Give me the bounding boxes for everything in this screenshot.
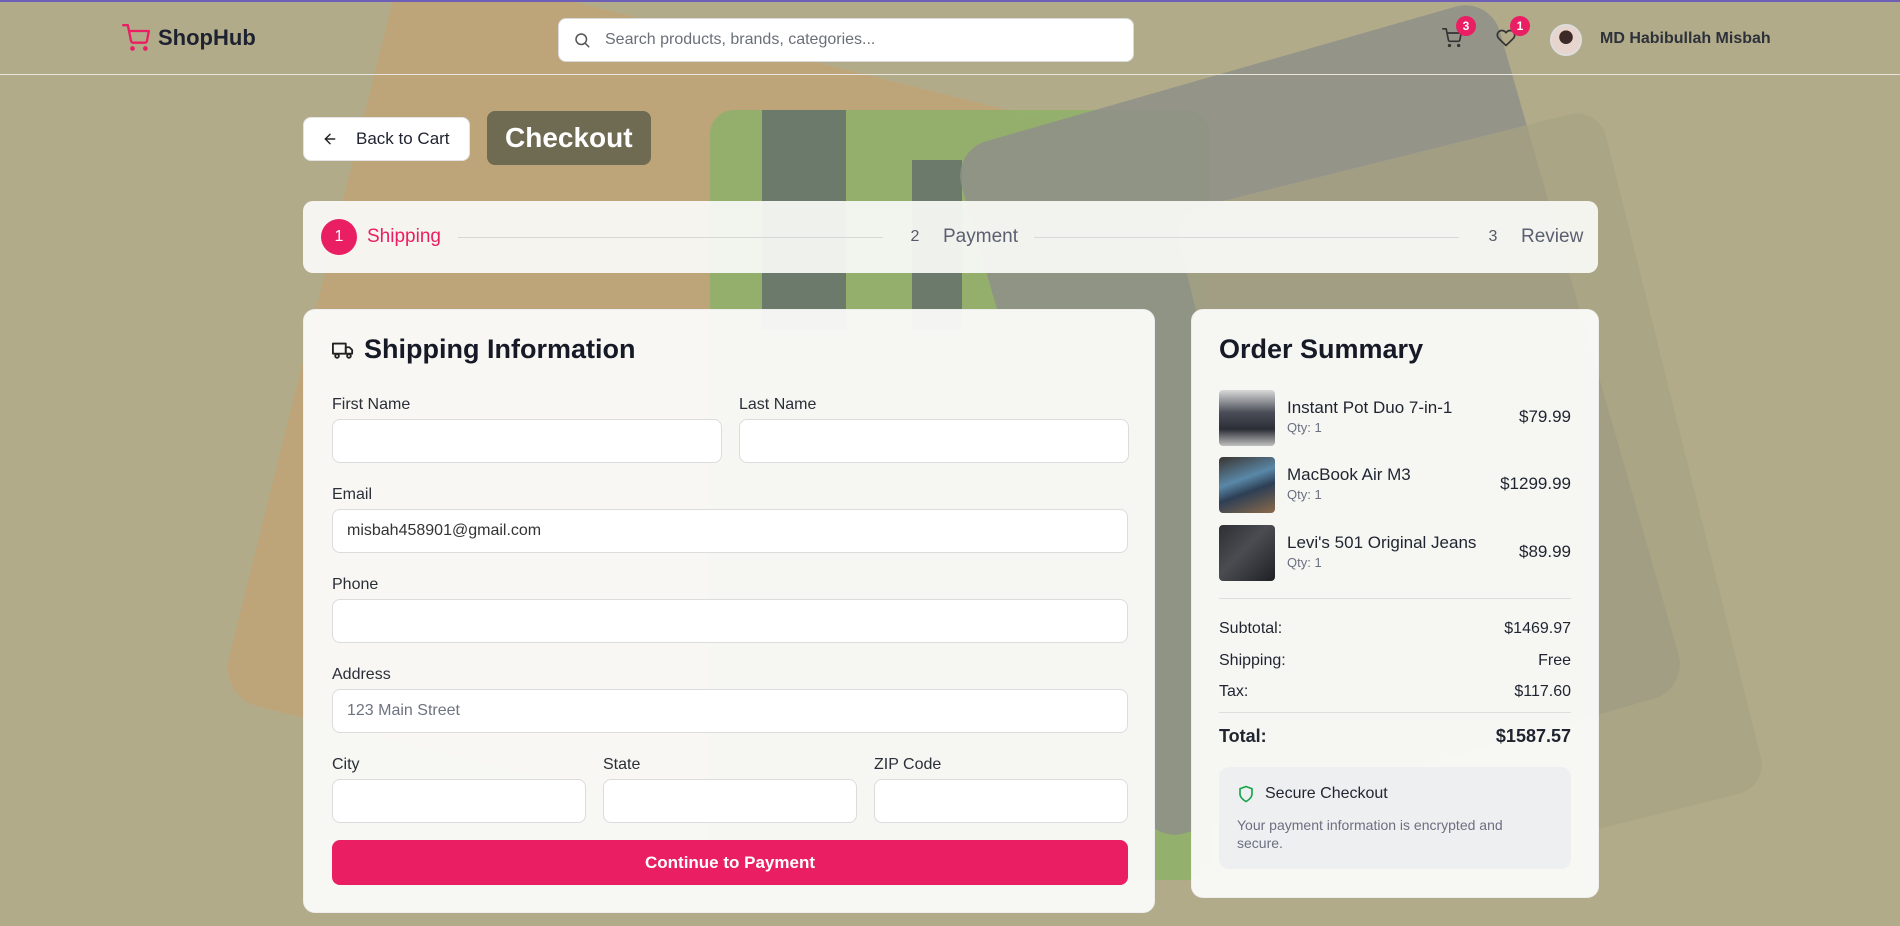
tax-row: Tax: $117.60 bbox=[1219, 683, 1571, 701]
zip-field[interactable] bbox=[874, 779, 1128, 823]
shipping-row: Shipping: Free bbox=[1219, 652, 1571, 670]
cart-button[interactable]: 3 bbox=[1442, 16, 1476, 50]
product-qty: Qty: 1 bbox=[1287, 487, 1322, 502]
product-qty: Qty: 1 bbox=[1287, 555, 1322, 570]
step-number: 1 bbox=[321, 219, 357, 255]
secure-checkout-title: Secure Checkout bbox=[1265, 785, 1388, 802]
total-label: Total: bbox=[1219, 726, 1267, 746]
total-value: $1587.57 bbox=[1495, 726, 1571, 746]
cart-count-badge: 3 bbox=[1456, 16, 1476, 36]
divider bbox=[1219, 598, 1571, 599]
avatar[interactable] bbox=[1550, 24, 1582, 56]
order-summary-title: Order Summary bbox=[1219, 334, 1423, 365]
subtotal-row: Subtotal: $1469.97 bbox=[1219, 620, 1571, 638]
back-to-cart-label: Back to Cart bbox=[356, 129, 450, 148]
shield-icon bbox=[1239, 785, 1253, 803]
city-label: City bbox=[332, 756, 360, 773]
product-price: $89.99 bbox=[1519, 542, 1571, 561]
step-review[interactable]: 3 Review bbox=[1475, 219, 1584, 255]
product-image bbox=[1219, 390, 1275, 446]
back-to-cart-button[interactable]: Back to Cart bbox=[303, 117, 470, 161]
secure-checkout-description: Your payment information is encrypted an… bbox=[1237, 817, 1503, 851]
email-field[interactable] bbox=[332, 509, 1128, 553]
total-row: Total: $1587.57 bbox=[1219, 726, 1571, 747]
wishlist-count-badge: 1 bbox=[1510, 16, 1530, 36]
shipping-label: Shipping: bbox=[1219, 652, 1286, 669]
subtotal-value: $1469.97 bbox=[1504, 620, 1571, 637]
phone-field[interactable] bbox=[332, 599, 1128, 643]
search-icon bbox=[575, 33, 590, 48]
top-navbar: ShopHub 3 1 MD Habibullah Misbah bbox=[0, 0, 1900, 75]
list-item[interactable]: MacBook Air M3 Qty: 1 $1299.99 bbox=[1219, 457, 1571, 513]
shopping-cart-icon bbox=[122, 24, 150, 51]
list-item[interactable]: Instant Pot Duo 7-in-1 Qty: 1 $79.99 bbox=[1219, 390, 1571, 446]
shipping-value: Free bbox=[1538, 652, 1571, 669]
list-item[interactable]: Levi's 501 Original Jeans Qty: 1 $89.99 bbox=[1219, 525, 1571, 581]
step-payment[interactable]: 2 Payment bbox=[897, 219, 1018, 255]
first-name-label: First Name bbox=[332, 396, 411, 413]
tax-value: $117.60 bbox=[1514, 683, 1571, 700]
shipping-form-card: Shipping Information First Name Last Nam… bbox=[303, 309, 1155, 913]
step-label: Shipping bbox=[367, 226, 441, 247]
last-name-field[interactable] bbox=[739, 419, 1129, 463]
tax-label: Tax: bbox=[1219, 683, 1249, 700]
product-price: $1299.99 bbox=[1500, 474, 1571, 493]
first-name-field[interactable] bbox=[332, 419, 722, 463]
arrow-left-icon bbox=[324, 133, 336, 145]
product-name: MacBook Air M3 bbox=[1287, 465, 1411, 484]
state-label: State bbox=[603, 756, 641, 773]
product-qty: Qty: 1 bbox=[1287, 420, 1322, 435]
order-summary-card: Order Summary Instant Pot Duo 7-in-1 Qty… bbox=[1191, 309, 1599, 898]
product-name: Instant Pot Duo 7-in-1 bbox=[1287, 398, 1453, 417]
product-name: Levi's 501 Original Jeans bbox=[1287, 533, 1477, 552]
search-bar[interactable] bbox=[558, 18, 1134, 62]
address-label: Address bbox=[332, 666, 391, 683]
brand-name: ShopHub bbox=[158, 25, 256, 50]
page-title: Checkout bbox=[487, 111, 651, 165]
step-label: Review bbox=[1521, 226, 1584, 247]
step-label: Payment bbox=[943, 226, 1018, 247]
order-summary-title-text: Order Summary bbox=[1219, 334, 1424, 364]
step-number: 2 bbox=[910, 228, 920, 245]
last-name-label: Last Name bbox=[739, 396, 817, 413]
email-label: Email bbox=[332, 486, 373, 503]
shipping-title: Shipping Information bbox=[332, 334, 635, 365]
checkout-stepper: 1 Shipping 2 Payment 3 Review bbox=[303, 201, 1598, 273]
state-field[interactable] bbox=[603, 779, 857, 823]
city-field[interactable] bbox=[332, 779, 586, 823]
secure-checkout-heading: Secure Checkout bbox=[1237, 785, 1388, 803]
product-image bbox=[1219, 457, 1275, 513]
product-price: $79.99 bbox=[1519, 407, 1571, 426]
step-number: 3 bbox=[1488, 228, 1498, 245]
shipping-title-text: Shipping Information bbox=[364, 334, 636, 364]
secure-checkout-notice: Secure Checkout Your payment information… bbox=[1219, 767, 1571, 869]
divider bbox=[1219, 712, 1571, 713]
step-shipping[interactable]: 1 Shipping bbox=[321, 219, 441, 255]
address-field[interactable] bbox=[332, 689, 1128, 733]
step-connector bbox=[458, 237, 883, 238]
phone-label: Phone bbox=[332, 576, 379, 593]
continue-to-payment-button[interactable]: Continue to Payment bbox=[332, 840, 1128, 885]
truck-icon bbox=[332, 342, 354, 359]
wishlist-button[interactable]: 1 bbox=[1496, 16, 1530, 50]
user-name[interactable]: MD Habibullah Misbah bbox=[1600, 30, 1771, 48]
step-connector bbox=[1034, 237, 1459, 238]
zip-label: ZIP Code bbox=[874, 756, 942, 773]
brand-logo[interactable]: ShopHub bbox=[122, 24, 256, 52]
product-image bbox=[1219, 525, 1275, 581]
search-input[interactable] bbox=[605, 31, 1085, 49]
subtotal-label: Subtotal: bbox=[1219, 620, 1283, 637]
